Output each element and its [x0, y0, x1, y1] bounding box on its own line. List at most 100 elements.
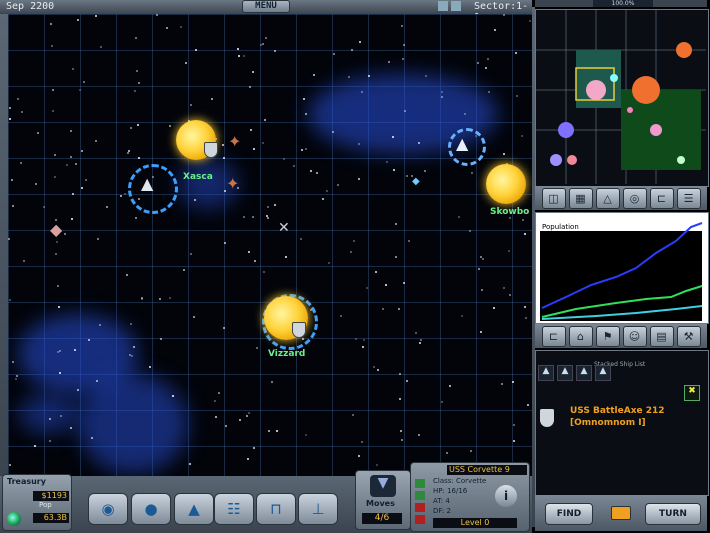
- star: [250, 129, 252, 131]
- colony-icon[interactable]: ⌂: [568, 325, 593, 347]
- star: [130, 323, 132, 325]
- star: [72, 68, 74, 70]
- star: [271, 381, 273, 383]
- globe-icon[interactable]: ◎: [622, 187, 647, 209]
- star: [20, 162, 22, 164]
- close-icon[interactable]: [415, 515, 425, 524]
- star: [156, 14, 158, 16]
- ship-slot-icon[interactable]: ▲: [538, 365, 554, 381]
- star: [262, 43, 264, 45]
- shield-icon: [292, 322, 306, 338]
- star: [525, 317, 527, 319]
- star: [420, 339, 422, 341]
- galaxy-map[interactable]: Xasca Skowbo Vizzard ▲ ▲ ✦ ✦ ◆ ✕ ◆: [8, 14, 532, 476]
- ship-badge-icon: ▼: [370, 475, 396, 497]
- star: [72, 193, 74, 195]
- star: [35, 183, 37, 185]
- attack-icon: [415, 491, 425, 500]
- satellite-icon[interactable]: ✕: [278, 220, 290, 236]
- info-icon[interactable]: i: [495, 485, 517, 507]
- battleaxe-ship-icon[interactable]: ▲: [456, 134, 468, 153]
- fleets-icon[interactable]: ▲: [174, 493, 214, 525]
- star: [322, 198, 324, 200]
- find-button[interactable]: FIND: [545, 503, 593, 525]
- zoom-level: 100.0%: [593, 0, 653, 7]
- scout-ship-icon[interactable]: ◆: [412, 176, 420, 187]
- diplomacy-icon[interactable]: ☺: [622, 325, 647, 347]
- star: [524, 306, 526, 308]
- galaxy-view-icon[interactable]: ◉: [88, 493, 128, 525]
- planet-skowbo[interactable]: [486, 164, 526, 204]
- star: [77, 19, 79, 21]
- options-icon[interactable]: [438, 1, 448, 11]
- turn-button[interactable]: TURN: [645, 503, 701, 525]
- ship-info-panel: USS Corvette 9 Class: Corvette HP: 16/16…: [410, 462, 530, 532]
- enemy-ship-icon[interactable]: ◆: [50, 220, 62, 239]
- star: [305, 148, 307, 150]
- ship-slot-icon[interactable]: ▲: [557, 365, 573, 381]
- star: [57, 285, 59, 287]
- star: [263, 271, 265, 273]
- star: [471, 172, 473, 174]
- star: [51, 45, 53, 47]
- left-frame: [0, 14, 8, 476]
- star: [50, 23, 52, 25]
- shipyard-icon[interactable]: ⚒: [676, 325, 701, 347]
- star: [138, 157, 140, 159]
- star: [276, 430, 278, 432]
- tech-icon[interactable]: ☰: [676, 187, 701, 209]
- galaxy-icon[interactable]: ◫: [541, 187, 566, 209]
- enemy-ship-icon[interactable]: ✦: [228, 132, 241, 151]
- enemy-ship-icon[interactable]: ✦: [226, 174, 239, 193]
- star: [195, 49, 197, 51]
- research-icon[interactable]: ⊓: [256, 493, 296, 525]
- star: [418, 142, 420, 144]
- star: [9, 299, 11, 301]
- star: [406, 380, 408, 382]
- star: [127, 152, 129, 154]
- star: [190, 104, 192, 106]
- star: [194, 199, 196, 201]
- star: [265, 37, 267, 39]
- star: [237, 48, 239, 50]
- fleet-icon[interactable]: ⊏: [649, 187, 674, 209]
- star: [58, 306, 60, 308]
- star: [522, 219, 524, 221]
- fleet-manager-icon[interactable]: ⚑: [595, 325, 620, 347]
- close-icon[interactable]: ✖: [684, 385, 700, 401]
- ship-hp: HP: 16/16: [433, 487, 468, 495]
- star: [527, 404, 529, 406]
- moves-panel: ▼ Moves 4/6: [355, 470, 411, 530]
- star: [134, 90, 136, 92]
- help-icon[interactable]: [451, 1, 461, 11]
- ship-icon[interactable]: △: [595, 187, 620, 209]
- minimap[interactable]: [535, 9, 709, 187]
- star: [274, 50, 276, 52]
- star: [388, 61, 390, 63]
- star: [395, 223, 397, 225]
- star: [252, 216, 254, 218]
- star: [262, 142, 264, 144]
- star: [160, 338, 162, 340]
- people-icon[interactable]: ☷: [214, 493, 254, 525]
- star: [190, 253, 192, 255]
- end-turn-indicator-icon[interactable]: [611, 506, 631, 520]
- zoom-bar[interactable]: 100.0%: [535, 0, 707, 7]
- planet-label-skowbo: Skowbo: [490, 207, 530, 217]
- ship-slot-icon[interactable]: ▲: [576, 365, 592, 381]
- star: [401, 439, 403, 441]
- selected-ship-name: USS Corvette 9: [447, 465, 527, 475]
- ship-slot-icon[interactable]: ▲: [595, 365, 611, 381]
- star: [15, 378, 17, 380]
- planet-list-icon[interactable]: ▦: [568, 187, 593, 209]
- star: [385, 284, 387, 286]
- ship-name[interactable]: USS BattleAxe 212: [570, 406, 665, 416]
- star: [12, 205, 14, 207]
- ship-design-icon[interactable]: ⊏: [541, 325, 566, 347]
- planets-icon[interactable]: ●: [131, 493, 171, 525]
- report-icon[interactable]: ▤: [649, 325, 674, 347]
- flask-icon[interactable]: ⊥: [298, 493, 338, 525]
- menu-button[interactable]: MENU: [242, 0, 290, 13]
- corvette-ship-icon[interactable]: ▲: [141, 174, 153, 193]
- star: [478, 268, 480, 270]
